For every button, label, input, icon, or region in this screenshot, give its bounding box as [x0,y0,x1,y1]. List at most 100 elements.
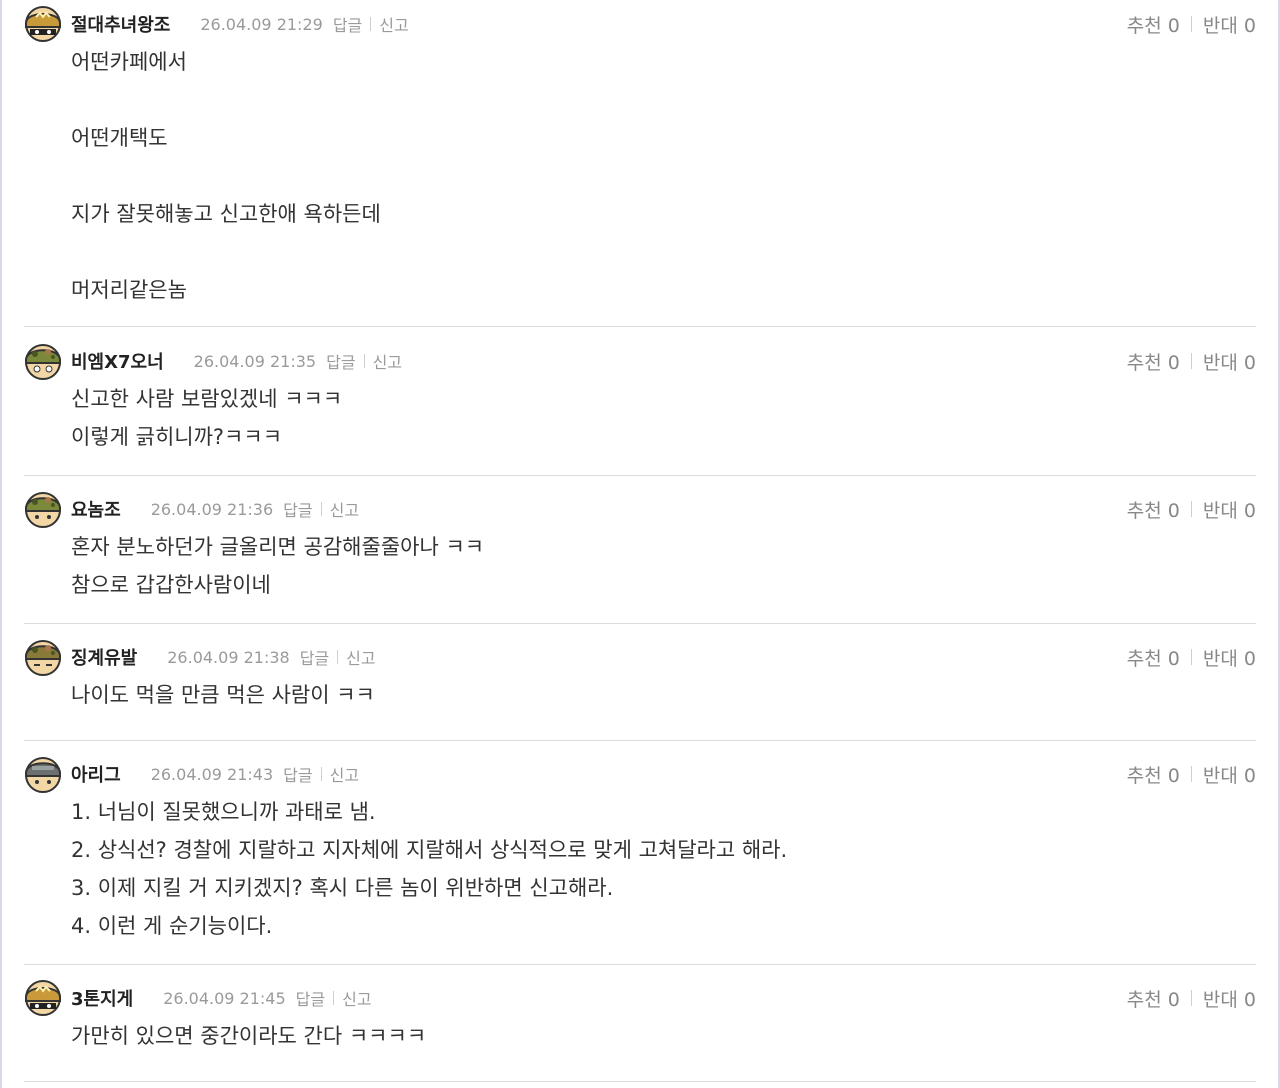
comment-datetime: 26.04.09 21:35 [193,351,317,371]
comment-datetime: 26.04.09 21:36 [150,499,274,519]
comment-text-line: 가만히 있으면 중간이라도 간다 ㅋㅋㅋㅋ [71,1024,427,1048]
comment-divider [24,475,1256,476]
upvote-button[interactable]: 추천 0 [1127,985,1180,1012]
comment-nickname[interactable]: 절대추녀왕조 [71,11,170,37]
downvote-button[interactable]: 반대 0 [1203,496,1256,523]
upvote-button[interactable]: 추천 0 [1127,496,1180,523]
comment-meta: 요놈조 26.04.09 21:36 답글 신고 [71,496,359,522]
upvote-count: 0 [1167,764,1180,787]
comment-divider [24,740,1256,741]
downvote-button[interactable]: 반대 0 [1203,11,1256,38]
comment-nickname[interactable]: 3톤지게 [71,985,133,1011]
upvote-count: 0 [1167,988,1180,1011]
comment-datetime: 26.04.09 21:29 [200,14,323,34]
vote-divider [1190,16,1192,32]
comment-text-line: 3. 이제 지킬 거 지키겠지? 혹시 다른 놈이 위반하면 신고해라. [71,876,614,900]
comment-text-line: 지가 잘못해놓고 신고한애 욕하든데 [71,202,381,226]
upvote-count: 0 [1167,499,1180,522]
comment-body: 어떤카페에서 어떤개택도 지가 잘못해놓고 신고한애 욕하든데 머저리같은놈 [71,43,1171,309]
reply-button[interactable]: 답글 [283,762,312,786]
reply-button[interactable]: 답글 [283,497,312,521]
vote-buttons: 추천 0 반대 0 [1127,761,1256,787]
comment-text-line: 나이도 먹을 만큼 먹은 사람이 ㅋㅋ [71,683,375,707]
upvote-label: 추천 [1126,988,1162,1011]
upvote-label: 추천 [1126,499,1162,522]
comment-text-line: 1. 너님이 질못했으니까 과태로 냄. [71,800,376,824]
comment-divider [24,326,1256,327]
comment-nickname[interactable]: 요놈조 [71,496,121,522]
downvote-button[interactable]: 반대 0 [1203,348,1256,375]
reply-button[interactable]: 답글 [300,645,329,669]
reply-button[interactable]: 답글 [333,12,362,36]
comment-datetime: 26.04.09 21:38 [167,647,290,667]
upvote-button[interactable]: 추천 0 [1127,644,1180,671]
upvote-count: 0 [1167,14,1180,37]
gray-helmet-avatar-icon [24,755,62,793]
comment-item: 징계유발 26.04.09 21:38 답글 신고 추천 0 반대 0 나이도 … [24,638,1256,741]
vote-divider [1190,501,1192,517]
comment-body: 나이도 먹을 만큼 먹은 사람이 ㅋㅋ [71,676,1171,714]
comment-item: 3톤지게 26.04.09 21:45 답글 신고 추천 0 반대 0 가만히 … [24,979,1256,1082]
upvote-label: 추천 [1126,764,1162,787]
downvote-count: 0 [1243,499,1256,522]
report-button[interactable]: 신고 [330,497,359,521]
comment-text-line [71,157,1171,195]
comment-text-line: 신고한 사람 보람있겠네 ㅋㅋㅋ [71,387,343,411]
vote-divider [1190,353,1192,369]
vote-divider [1190,990,1192,1006]
comment-text-line: 어떤카페에서 [71,50,187,74]
comment-text-line: 참으로 갑갑한사람이네 [71,573,271,597]
comment-meta: 절대추녀왕조 26.04.09 21:29 답글 신고 [71,11,409,37]
comment-nickname[interactable]: 아리그 [71,761,121,787]
downvote-count: 0 [1243,988,1256,1011]
downvote-label: 반대 [1202,351,1238,374]
vote-buttons: 추천 0 반대 0 [1127,11,1256,37]
comment-item: 비엠X7오너 26.04.09 21:35 답글 신고 추천 0 반대 0 신고… [24,342,1256,476]
comment-meta: 아리그 26.04.09 21:43 답글 신고 [71,761,359,787]
camo-helmet-avatar-icon [24,490,62,528]
report-button[interactable]: 신고 [379,12,408,36]
reply-button[interactable]: 답글 [296,986,325,1010]
upvote-button[interactable]: 추천 0 [1127,348,1180,375]
camo-helmet-avatar-icon [24,342,62,380]
upvote-label: 추천 [1126,647,1162,670]
report-button[interactable]: 신고 [373,349,402,373]
comment-body: 신고한 사람 보람있겠네 ㅋㅋㅋ 이렇게 긁히니까?ㅋㅋㅋ [71,380,1171,456]
reply-button[interactable]: 답글 [326,349,355,373]
vote-buttons: 추천 0 반대 0 [1127,644,1256,670]
upvote-label: 추천 [1126,351,1162,374]
report-button[interactable]: 신고 [342,986,371,1010]
upvote-button[interactable]: 추천 0 [1127,11,1180,38]
comment-nickname[interactable]: 징계유발 [71,644,137,670]
comment-body: 1. 너님이 질못했으니까 과태로 냄. 2. 상식선? 경찰에 지랄하고 지자… [71,793,1171,945]
comment-meta: 3톤지게 26.04.09 21:45 답글 신고 [71,985,372,1011]
vote-divider [1190,766,1192,782]
downvote-button[interactable]: 반대 0 [1203,644,1256,671]
vote-buttons: 추천 0 반대 0 [1127,985,1256,1011]
comment-nickname[interactable]: 비엠X7오너 [71,348,164,374]
comment-body: 혼자 분노하던가 글올리면 공감해줄줄아나 ㅋㅋ 참으로 갑갑한사람이네 [71,528,1171,604]
comment-text-line: 어떤개택도 [71,126,168,150]
report-button[interactable]: 신고 [330,762,359,786]
comment-meta: 비엠X7오너 26.04.09 21:35 답글 신고 [71,348,402,374]
comment-text-line: 머저리같은놈 [71,278,187,302]
camo-helmet-avatar-icon [24,638,62,676]
comment-divider [24,1081,1256,1082]
vote-divider [1190,649,1192,665]
comment-text-line: 혼자 분노하던가 글올리면 공감해줄줄아나 ㅋㅋ [71,535,485,559]
comment-text-line: 이렇게 긁히니까?ㅋㅋㅋ [71,425,283,449]
downvote-count: 0 [1243,351,1256,374]
downvote-button[interactable]: 반대 0 [1203,761,1256,788]
comment-body: 가만히 있으면 중간이라도 간다 ㅋㅋㅋㅋ [71,1017,1171,1055]
downvote-button[interactable]: 반대 0 [1203,985,1256,1012]
downvote-count: 0 [1243,764,1256,787]
gold-helmet-avatar-icon [24,979,62,1017]
meta-divider [370,17,372,31]
upvote-button[interactable]: 추천 0 [1127,761,1180,788]
comment-datetime: 26.04.09 21:43 [150,764,274,784]
report-button[interactable]: 신고 [346,645,375,669]
downvote-label: 반대 [1202,988,1238,1011]
comment-datetime: 26.04.09 21:45 [163,988,286,1008]
comment-text-line: 2. 상식선? 경찰에 지랄하고 지자체에 지랄해서 상식적으로 맞게 고쳐달라… [71,838,788,862]
meta-divider [337,650,339,664]
